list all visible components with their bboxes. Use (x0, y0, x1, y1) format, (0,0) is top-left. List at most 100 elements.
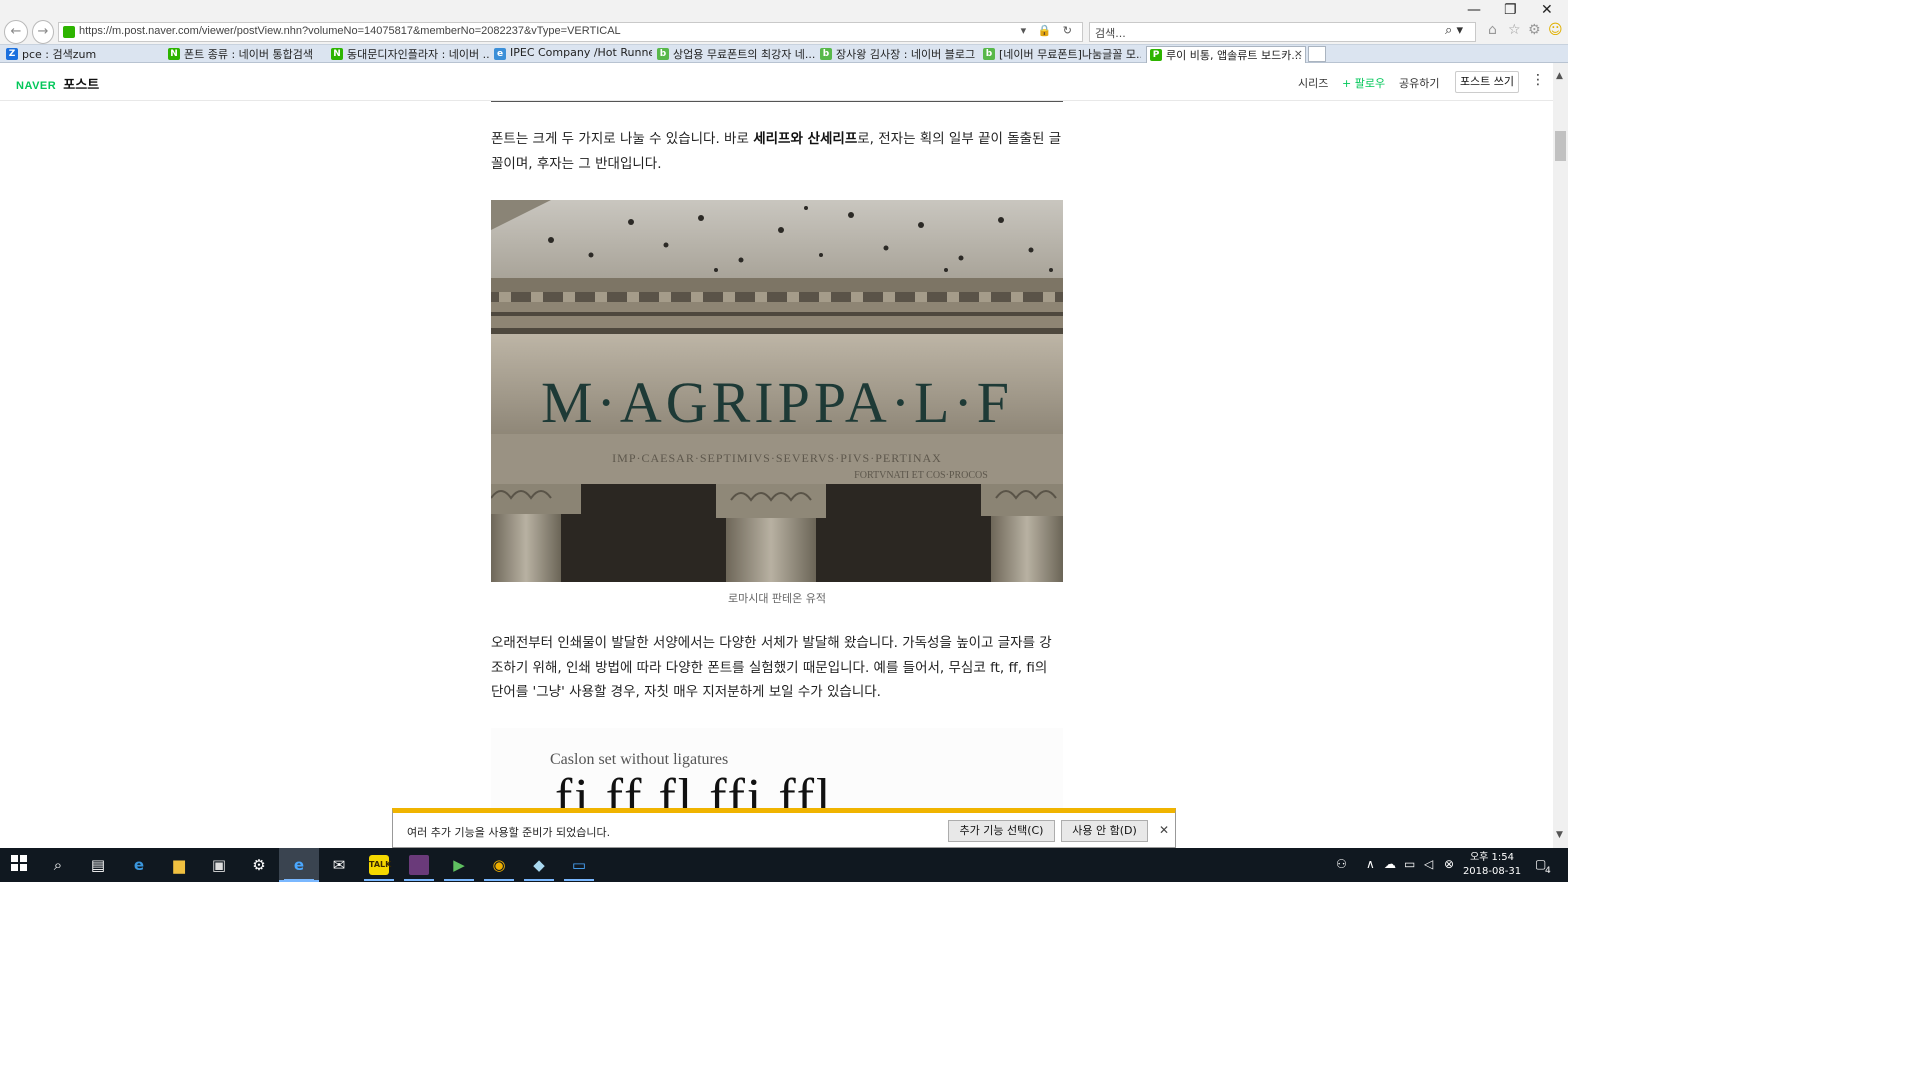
naver-blog-icon: b (820, 48, 832, 60)
chrome-icon[interactable]: ◉ (489, 855, 509, 875)
naver-logo-text: NAVER (16, 80, 57, 92)
screen: — ❐ ✕ ← → https://m.post.naver.com/viewe… (0, 0, 1568, 882)
paragraph-history: 오래전부터 인쇄물이 발달한 서양에서는 다양한 서체가 발달해 왔습니다. 가… (491, 635, 1052, 700)
naver-blog-icon: b (657, 48, 669, 60)
share-button[interactable]: 공유하기 (1399, 75, 1439, 91)
favorite-label: 폰트 종류 : 네이버 통합검색 (184, 48, 314, 61)
naver-post-icon: P (1150, 49, 1162, 61)
kakaotalk-icon[interactable]: TALK (369, 855, 391, 875)
post-logo-text: 포스트 (63, 78, 100, 93)
restore-button[interactable]: ❐ (1504, 2, 1517, 18)
new-tab-button[interactable] (1308, 46, 1326, 62)
favorite-item[interactable]: N 폰트 종류 : 네이버 통합검색 (168, 46, 326, 63)
status-error-icon[interactable]: ⊗ (1444, 857, 1454, 871)
favorite-label: [네이버 무료폰트]나눔글꼴 모... (999, 48, 1141, 61)
divider (491, 101, 1063, 102)
page-scrollbar[interactable]: ▲ ▼ (1553, 63, 1568, 848)
media-app-icon[interactable]: ▶ (449, 855, 469, 875)
paragraph-serif-intro: 폰트는 크게 두 가지로 나눌 수 있습니다. 바로 세리프와 산세리프로, 전… (491, 127, 1063, 176)
address-bar[interactable]: https://m.post.naver.com/viewer/postView… (58, 22, 1083, 42)
pantheon-photo: M·AGRIPPA·L·F IMP·CAESAR·SEPTIMIVS·SEVER… (491, 200, 1063, 582)
post-header: NAVER 포스트 시리즈 + 팔로우 공유하기 포스트 쓰기 ⋮ (0, 63, 1553, 101)
favorite-item[interactable]: e IPEC Company /Hot Runne... (494, 46, 652, 63)
clock-time: 오후 1:54 (1469, 852, 1515, 863)
addons-notification-bar: 여러 추가 기능을 사용할 준비가 되었습니다. 추가 기능 선택(C) 사용 … (392, 808, 1176, 848)
series-link[interactable]: 시리즈 (1298, 75, 1328, 91)
running-indicator (364, 879, 394, 881)
search-box[interactable]: 검색... ⌕ ▾ (1089, 22, 1476, 42)
home-icon[interactable]: ⌂ (1488, 22, 1497, 38)
close-window-button[interactable]: ✕ (1541, 2, 1553, 18)
volume-muted-icon[interactable]: ◁ (1424, 857, 1433, 871)
back-button[interactable]: ← (4, 20, 28, 44)
write-post-button[interactable]: 포스트 쓰기 (1455, 71, 1519, 93)
search-placeholder: 검색... (1095, 27, 1126, 40)
notes-app-icon[interactable]: ◆ (529, 855, 549, 875)
ie-page-icon: e (494, 48, 506, 60)
minimize-button[interactable]: — (1467, 2, 1481, 18)
favorite-item[interactable]: b 상업용 무료폰트의 최강자 네... (657, 46, 815, 63)
bold-text: 세리프와 산세리프 (753, 131, 858, 147)
favorites-bar: Z pce : 검색zum N 폰트 종류 : 네이버 통합검색 N 동대문디자… (0, 44, 1568, 63)
people-icon[interactable]: ⚇ (1336, 857, 1347, 871)
windows-start-icon[interactable] (9, 855, 29, 875)
address-tools[interactable]: ▾ 🔒 ↻ (1021, 24, 1076, 37)
ligature-example-image: Caslon set without ligatures fi ff fl ff… (491, 728, 1063, 810)
running-indicator (284, 879, 314, 881)
favorite-label: 상업용 무료폰트의 최강자 네... (673, 48, 815, 61)
search-icon[interactable]: ⌕ ▾ (1445, 23, 1463, 38)
notification-count: 4 (1545, 866, 1551, 876)
network-icon[interactable]: ▭ (1404, 857, 1415, 871)
scroll-thumb[interactable] (1555, 131, 1566, 161)
running-indicator (524, 879, 554, 881)
tray-expand-chevron-icon[interactable]: ∧ (1366, 857, 1375, 871)
app-icon[interactable] (409, 855, 429, 875)
active-tab[interactable]: P 루이 비통, 앱솔류트 보드카... × (1146, 46, 1306, 63)
more-menu-icon[interactable]: ⋮ (1531, 72, 1545, 88)
settings-gear-icon[interactable]: ⚙ (249, 855, 269, 875)
ligature-title: Caslon set without ligatures (550, 751, 729, 768)
favorite-label: IPEC Company /Hot Runne... (510, 46, 652, 59)
severus-inscription-line2: FORTVNATI ET COS·PROCOS (854, 470, 988, 481)
close-tab-icon[interactable]: × (1294, 47, 1303, 60)
favorite-label: 동대문디자인플라자 : 네이버 ... (347, 48, 489, 61)
favorite-item[interactable]: b 장사왕 김사장 : 네이버 블로그 (820, 46, 978, 63)
windows-taskbar: ⌕ ▤ e ▆ ▣ ⚙ e ✉ TALK ▶ ◉ ◆ ▭ ⚇ ∧ ☁ ▭ ◁ ⊗… (0, 848, 1568, 882)
site-favicon (63, 26, 75, 38)
edge-icon[interactable]: e (129, 855, 149, 875)
address-url: https://m.post.naver.com/viewer/postView… (79, 25, 621, 37)
favorite-item[interactable]: N 동대문디자인플라자 : 네이버 ... (331, 46, 489, 63)
close-notification-icon[interactable]: ✕ (1159, 823, 1169, 837)
zum-icon: Z (6, 48, 18, 60)
settings-gear-icon[interactable]: ⚙ (1528, 22, 1541, 38)
internet-explorer-icon[interactable]: e (289, 855, 309, 875)
task-view-icon[interactable]: ▤ (88, 855, 108, 875)
notification-message: 여러 추가 기능을 사용할 준비가 되었습니다. (407, 826, 611, 839)
scroll-up-arrow-icon[interactable]: ▲ (1556, 71, 1563, 81)
follow-button[interactable]: + 팔로우 (1342, 75, 1385, 91)
search-icon[interactable]: ⌕ (48, 855, 68, 875)
naver-post-logo[interactable]: NAVER 포스트 (16, 74, 99, 93)
system-clock[interactable]: 오후 1:54 2018-08-31 (1462, 851, 1522, 879)
running-indicator (564, 879, 594, 881)
window-app-icon[interactable]: ▭ (569, 855, 589, 875)
onedrive-cloud-icon[interactable]: ☁ (1384, 857, 1396, 871)
naver-icon: N (331, 48, 343, 60)
favorite-item[interactable]: b [네이버 무료폰트]나눔글꼴 모... (983, 46, 1141, 63)
ligature-glyphs: fi ff fl ffi ffl (555, 769, 833, 810)
naver-blog-icon: b (983, 48, 995, 60)
running-indicator (404, 879, 434, 881)
file-explorer-icon[interactable]: ▆ (169, 855, 189, 875)
mail-icon[interactable]: ✉ (329, 855, 349, 875)
favorites-star-icon[interactable]: ☆ (1508, 22, 1521, 38)
forward-button[interactable]: → (32, 20, 54, 44)
disable-addons-button[interactable]: 사용 안 함(D) (1061, 820, 1148, 842)
tab-label: 루이 비통, 앱솔류트 보드카... (1166, 49, 1302, 62)
favorite-item[interactable]: Z pce : 검색zum (6, 46, 164, 63)
agrippa-inscription: M·AGRIPPA·L·F (541, 370, 1013, 435)
choose-addons-button[interactable]: 추가 기능 선택(C) (948, 820, 1055, 842)
smiley-feedback-icon[interactable]: ☺ (1548, 22, 1563, 38)
store-icon[interactable]: ▣ (209, 855, 229, 875)
running-indicator (444, 879, 474, 881)
scroll-down-arrow-icon[interactable]: ▼ (1556, 830, 1563, 840)
